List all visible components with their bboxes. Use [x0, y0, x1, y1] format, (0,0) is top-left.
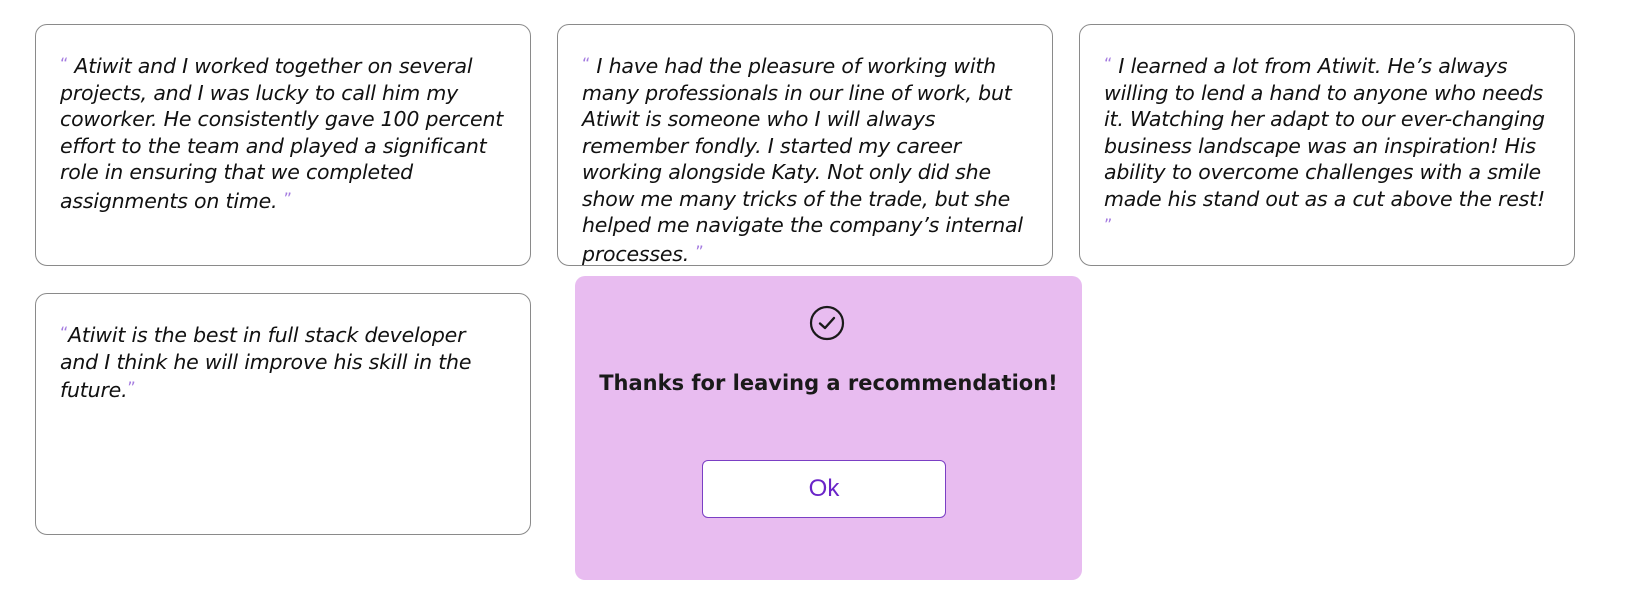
recommendation-success-modal: Thanks for leaving a recommendation! Ok	[575, 276, 1082, 580]
check-circle-icon	[809, 305, 845, 341]
recommendation-card: “ I have had the pleasure of working wit…	[557, 24, 1053, 266]
open-quote-icon: “	[1104, 54, 1113, 73]
close-quote-icon: ”	[1104, 215, 1113, 234]
ok-button[interactable]: Ok	[702, 460, 946, 518]
close-quote-icon: ”	[283, 188, 292, 208]
modal-message: Thanks for leaving a recommendation!	[599, 371, 1058, 395]
close-quote-icon: ”	[127, 378, 136, 397]
recommendation-text: “ I learned a lot from Atiwit. He’s alwa…	[1104, 51, 1550, 241]
recommendation-card: “ I learned a lot from Atiwit. He’s alwa…	[1079, 24, 1575, 266]
recommendation-text: “Atiwit is the best in full stack develo…	[60, 320, 506, 404]
recommendation-body: Atiwit and I worked together on several …	[60, 54, 504, 213]
recommendation-body: I have had the pleasure of working with …	[582, 54, 1023, 266]
recommendation-text: “ Atiwit and I worked together on severa…	[60, 51, 506, 214]
open-quote-icon: “	[60, 323, 69, 342]
recommendation-card: “Atiwit is the best in full stack develo…	[35, 293, 531, 535]
recommendations-page: “ Atiwit and I worked together on severa…	[0, 0, 1630, 595]
open-quote-icon: “	[60, 54, 69, 73]
recommendation-body: I learned a lot from Atiwit. He’s always…	[1104, 54, 1546, 211]
recommendation-card: “ Atiwit and I worked together on severa…	[35, 24, 531, 266]
recommendation-body: Atiwit is the best in full stack develop…	[60, 323, 472, 402]
close-quote-icon: ”	[695, 241, 704, 261]
open-quote-icon: “	[582, 54, 591, 73]
recommendation-text: “ I have had the pleasure of working wit…	[582, 51, 1028, 267]
